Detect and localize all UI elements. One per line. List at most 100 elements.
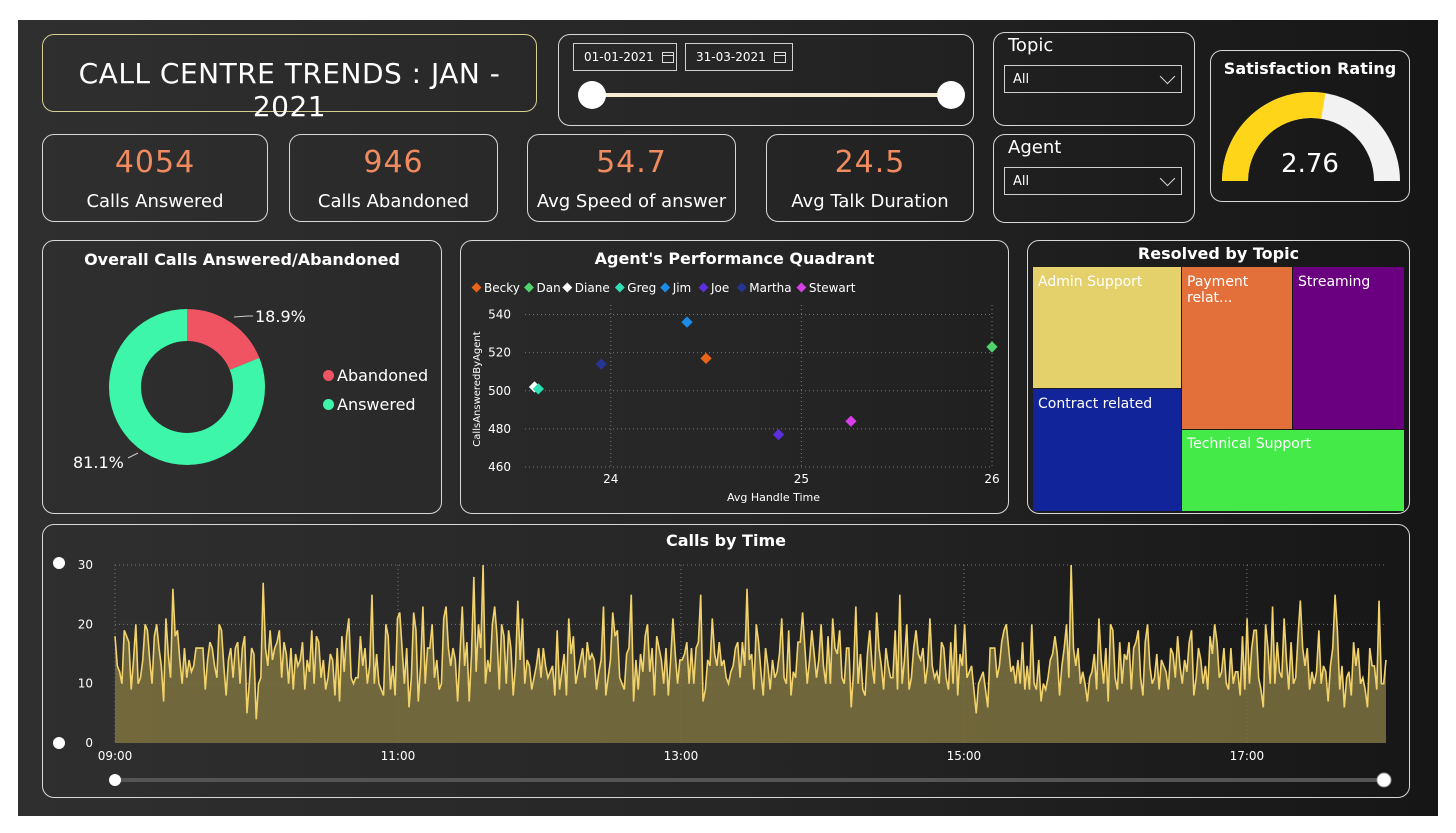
x-zoom-end-handle[interactable]	[1376, 772, 1392, 788]
tile-contract-related[interactable]: Contract related	[1033, 389, 1181, 511]
x-axis-title: Avg Handle Time	[727, 491, 820, 504]
legend-item-jim[interactable]: Jim	[660, 281, 691, 295]
y-tick-label: 20	[78, 617, 93, 631]
legend-marker	[562, 282, 573, 293]
kpi-label: Avg Talk Duration	[791, 191, 949, 212]
slice-label-answered: 81.1%	[73, 453, 124, 472]
legend-label: Martha	[749, 281, 791, 295]
x-zoom-start-handle[interactable]	[109, 774, 121, 786]
tile-label: Streaming	[1298, 274, 1371, 290]
calendar-icon[interactable]	[661, 51, 674, 63]
page-title: CALL CENTRE TRENDS : JAN - 2021	[78, 57, 501, 123]
legend-marker	[660, 282, 671, 293]
y-tick-label: 0	[85, 736, 93, 750]
agent-dropdown[interactable]: All	[1004, 167, 1182, 195]
legend-label: Stewart	[809, 281, 856, 295]
title-panel: CALL CENTRE TRENDS : JAN - 2021	[42, 34, 537, 123]
calls-by-time-panel: Calls by Time 30 20 10 0 09:00 11:00 13:00 15:0…	[42, 524, 1410, 798]
point-joe[interactable]	[772, 428, 785, 441]
legend-item-martha[interactable]: Martha	[736, 281, 792, 295]
x-tick-label: 26	[984, 472, 999, 486]
legend-marker	[471, 282, 482, 293]
date-slider-track[interactable]	[591, 93, 951, 97]
legend-answered[interactable]: Answered	[323, 395, 416, 414]
satisfaction-gauge	[1222, 92, 1400, 182]
y-tick-label: 480	[488, 422, 511, 436]
tile-streaming[interactable]: Streaming	[1293, 267, 1404, 429]
y-tick-label: 30	[78, 558, 93, 572]
date-slider-start-handle[interactable]	[578, 81, 606, 109]
donut-chart-panel: Overall Calls Answered/Abandoned 18.9% 81…	[42, 240, 442, 514]
satisfaction-gauge-panel: Satisfaction Rating 2.76	[1210, 50, 1410, 202]
y-tick-label: 460	[488, 460, 511, 474]
legend-marker	[614, 282, 625, 293]
kpi-value: 4054	[114, 145, 196, 180]
x-tick-label: 13:00	[664, 749, 699, 763]
legend-label: Joe	[710, 281, 729, 295]
legend-item-greg[interactable]: Greg	[614, 281, 656, 295]
legend-abandoned[interactable]: Abandoned	[323, 366, 428, 385]
tile-technical-support[interactable]: Technical Support	[1182, 430, 1404, 511]
x-zoom-track[interactable]	[115, 778, 1385, 782]
legend-item-dan[interactable]: Dan	[524, 281, 561, 295]
kpi-card-avg-speed: 54.7 Avg Speed of answer	[527, 134, 736, 222]
tile-label: Contract related	[1038, 396, 1153, 412]
kpi-card-calls-abandoned: 946 Calls Abandoned	[289, 134, 498, 222]
legend-label: Dan	[537, 281, 561, 295]
start-date-input[interactable]: 01-01-2021	[573, 43, 677, 71]
kpi-card-calls-answered: 4054 Calls Answered	[42, 134, 268, 222]
tile-payment-related[interactable]: Payment relat...	[1182, 267, 1292, 429]
x-tick-label: 17:00	[1230, 749, 1265, 763]
end-date-input[interactable]: 31-03-2021	[685, 43, 793, 71]
tile-label: Technical Support	[1187, 436, 1312, 452]
chevron-down-icon[interactable]	[1159, 170, 1176, 187]
legend-label: Diane	[575, 281, 610, 295]
end-date-value: 31-03-2021	[696, 50, 766, 64]
satisfaction-value: 2.76	[1281, 149, 1339, 179]
dashboard-canvas: CALL CENTRE TRENDS : JAN - 2021 01-01-20…	[18, 20, 1438, 816]
chevron-down-icon[interactable]	[1159, 68, 1176, 85]
point-jim[interactable]	[681, 316, 693, 328]
legend-label: Answered	[337, 395, 416, 414]
x-tick-label: 09:00	[98, 749, 133, 763]
start-date-value: 01-01-2021	[584, 50, 654, 64]
topic-slicer: Topic All	[993, 32, 1195, 126]
tile-admin-support[interactable]: Admin Support	[1033, 267, 1181, 388]
y-axis-title: CallsAnsweredByAgent	[472, 331, 483, 446]
calls-area	[115, 565, 1386, 743]
leader-line	[233, 315, 253, 318]
date-slider-end-handle[interactable]	[937, 81, 965, 109]
kpi-value: 946	[363, 145, 424, 180]
topic-dropdown[interactable]: All	[1004, 65, 1182, 93]
y-zoom-top-handle[interactable]	[53, 557, 65, 569]
point-dan[interactable]	[986, 341, 998, 353]
point-martha[interactable]	[595, 358, 607, 370]
calendar-icon[interactable]	[773, 51, 786, 63]
point-becky[interactable]	[700, 352, 712, 365]
agent-label: Agent	[1008, 137, 1062, 158]
y-tick-label: 10	[78, 677, 93, 691]
y-zoom-bottom-handle[interactable]	[53, 737, 65, 749]
legend-label: Jim	[672, 281, 692, 295]
legend-item-becky[interactable]: Becky	[471, 281, 520, 295]
legend-item-stewart[interactable]: Stewart	[796, 281, 856, 295]
legend-marker	[736, 282, 747, 293]
treemap-title: Resolved by Topic	[1137, 244, 1300, 263]
topic-label: Topic	[1008, 35, 1054, 56]
legend-marker	[698, 282, 709, 293]
treemap-panel: Resolved by Topic Admin Support Payment …	[1027, 240, 1410, 514]
scatter-chart: Becky Dan Diane Greg Jim Joe Martha Stewart 540 5…	[471, 281, 1000, 504]
legend-marker	[524, 282, 534, 293]
tile-label: Payment relat...	[1187, 274, 1249, 306]
legend-item-joe[interactable]: Joe	[698, 281, 730, 295]
point-stewart[interactable]	[845, 415, 857, 427]
y-tick-label: 520	[488, 346, 511, 360]
x-tick-label: 11:00	[381, 749, 416, 763]
date-range-slicer: 01-01-2021 31-03-2021	[558, 34, 974, 126]
quadrant-chart-panel: Agent's Performance Quadrant Becky Dan Dia…	[460, 240, 1009, 514]
x-tick-label: 25	[794, 472, 809, 486]
kpi-label: Calls Answered	[86, 191, 224, 212]
legend-item-diane[interactable]: Diane	[562, 281, 610, 295]
agent-slicer: Agent All	[993, 134, 1195, 223]
legend-marker	[796, 282, 807, 293]
